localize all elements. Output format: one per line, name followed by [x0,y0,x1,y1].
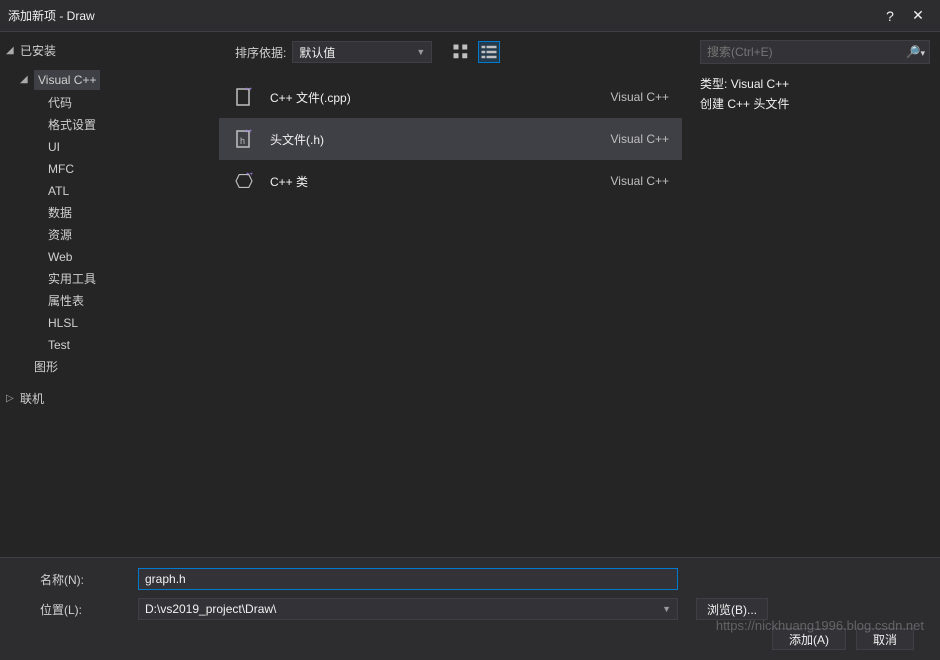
category-tree: ◢ 已安装 ◢ Visual C++ 代码 格式设置 UI MFC ATL 数据… [0,32,215,557]
template-name: C++ 文件(.cpp) [270,89,597,106]
caret-down-icon: ◢ [6,42,16,60]
sort-value: 默认值 [299,44,335,61]
sort-label: 排序依据: [235,44,286,61]
tree-item-mfc[interactable]: MFC [0,158,215,180]
search-icon: 🔎▾ [906,45,925,59]
view-grid-button[interactable] [450,41,472,63]
tree-item-data[interactable]: 数据 [0,202,215,224]
dialog-footer: 名称(N): 位置(L): D:\vs2019_project\Draw\ ▼ … [0,557,940,660]
tree-item-atl[interactable]: ATL [0,180,215,202]
tree-online[interactable]: ▷ 联机 [0,388,215,410]
template-header-file[interactable]: h++ 头文件(.h) Visual C++ [219,118,682,160]
detail-type: 类型: Visual C++ [700,74,930,94]
svg-text:h: h [240,136,245,146]
details-pane: 🔎▾ 类型: Visual C++ 创建 C++ 头文件 [690,32,940,557]
grid-icon [451,40,471,64]
tree-item-code[interactable]: 代码 [0,92,215,114]
tree-installed[interactable]: ◢ 已安装 [0,40,215,62]
sort-dropdown[interactable]: 默认值 ▼ [292,41,432,63]
chevron-down-icon: ▼ [416,47,425,57]
browse-button[interactable]: 浏览(B)... [696,598,768,620]
template-toolbar: 排序依据: 默认值 ▼ [215,32,686,72]
close-button[interactable]: ✕ [904,7,932,24]
cpp-class-icon: ++ [232,169,256,193]
template-cpp-class[interactable]: ++ C++ 类 Visual C++ [219,160,682,202]
location-dropdown[interactable]: D:\vs2019_project\Draw\ ▼ [138,598,678,620]
tree-item-resource[interactable]: 资源 [0,224,215,246]
help-button[interactable]: ? [876,8,904,24]
chevron-down-icon: ▼ [662,604,671,614]
template-name: 头文件(.h) [270,131,597,148]
template-type: Visual C++ [611,174,669,188]
location-label: 位置(L): [40,601,120,618]
title-bar: 添加新项 - Draw ? ✕ [0,0,940,32]
caret-right-icon: ▷ [6,390,16,408]
row-name: 名称(N): [40,568,920,590]
caret-down-icon: ◢ [20,71,30,89]
action-row: 添加(A) 取消 [40,628,920,650]
list-icon [479,40,499,64]
template-name: C++ 类 [270,173,597,190]
tree-item-ui[interactable]: UI [0,136,215,158]
cancel-button[interactable]: 取消 [856,628,914,650]
window-title: 添加新项 - Draw [8,7,876,24]
location-value: D:\vs2019_project\Draw\ [145,602,276,616]
header-file-icon: h++ [232,127,256,151]
name-input[interactable] [138,568,678,590]
detail-desc: 创建 C++ 头文件 [700,94,930,114]
template-type: Visual C++ [611,132,669,146]
tree-item-propsheet[interactable]: 属性表 [0,290,215,312]
tree-item-hlsl[interactable]: HLSL [0,312,215,334]
row-location: 位置(L): D:\vs2019_project\Draw\ ▼ 浏览(B)..… [40,598,920,620]
search-input[interactable] [707,45,906,59]
svg-text:++: ++ [246,172,254,178]
template-cpp-file[interactable]: ++ C++ 文件(.cpp) Visual C++ [219,76,682,118]
name-label: 名称(N): [40,571,120,588]
cpp-file-icon: ++ [232,85,256,109]
template-pane: 排序依据: 默认值 ▼ [215,32,690,557]
tree-item-utility[interactable]: 实用工具 [0,268,215,290]
add-button[interactable]: 添加(A) [772,628,846,650]
tree-graphics[interactable]: 图形 [0,356,215,378]
dialog-body: ◢ 已安装 ◢ Visual C++ 代码 格式设置 UI MFC ATL 数据… [0,32,940,557]
svg-text:++: ++ [245,87,253,93]
view-list-button[interactable] [478,41,500,63]
tree-item-format[interactable]: 格式设置 [0,114,215,136]
tree-visual-cpp[interactable]: ◢ Visual C++ [0,68,215,92]
svg-text:++: ++ [245,129,253,135]
tree-item-test[interactable]: Test [0,334,215,356]
tree-item-web[interactable]: Web [0,246,215,268]
search-box[interactable]: 🔎▾ [700,40,930,64]
template-list: ++ C++ 文件(.cpp) Visual C++ h++ 头文件(.h) V… [215,72,686,206]
template-type: Visual C++ [611,90,669,104]
